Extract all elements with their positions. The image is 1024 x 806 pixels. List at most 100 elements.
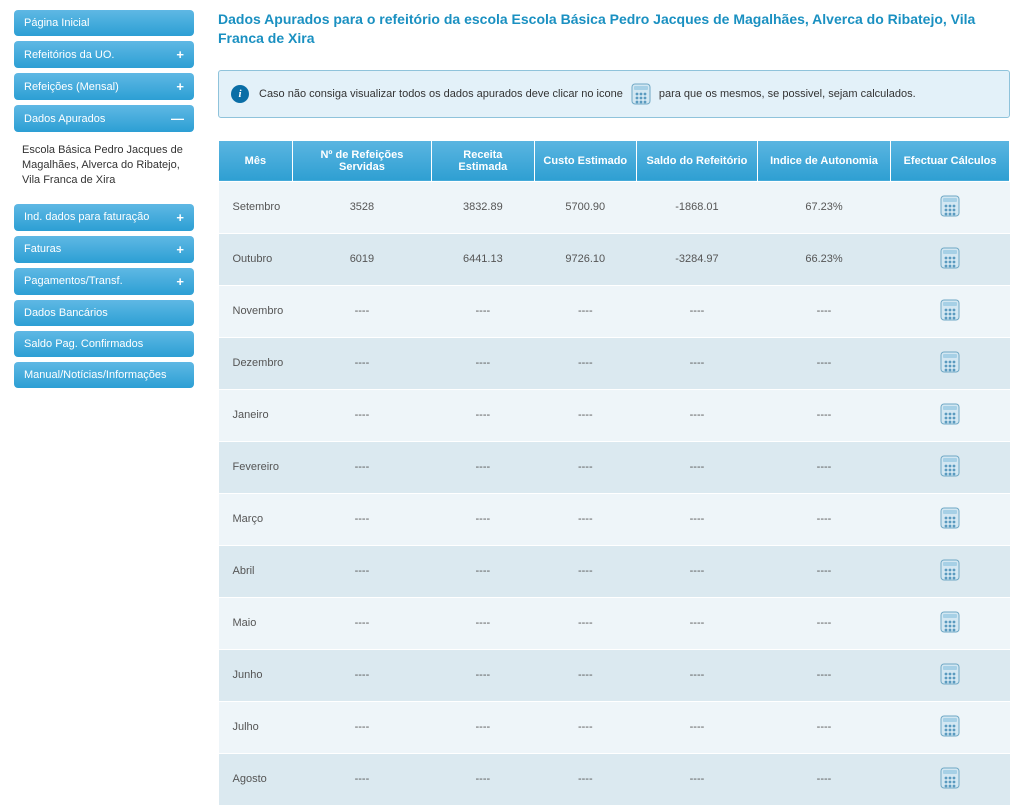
- cell-indice: ----: [757, 337, 890, 389]
- cell-indice: 67.23%: [757, 181, 890, 233]
- info-text-after: para que os mesmos, se possivel, sejam c…: [659, 88, 916, 100]
- col-header-saldo: Saldo do Refeitório: [637, 140, 758, 181]
- cell-receita: 3832.89: [432, 181, 534, 233]
- cell-saldo: ----: [637, 285, 758, 337]
- cell-mes: Abril: [219, 545, 293, 597]
- calculate-button[interactable]: [938, 247, 962, 269]
- cell-indice: ----: [757, 649, 890, 701]
- calculate-button[interactable]: [938, 507, 962, 529]
- cell-custo: ----: [534, 753, 636, 805]
- expand-icon: +: [176, 243, 184, 256]
- col-header-num: Nº de Refeições Servidas: [292, 140, 431, 181]
- table-row: Dezembro--------------------: [219, 337, 1010, 389]
- cell-num: ----: [292, 285, 431, 337]
- cell-action: [891, 597, 1010, 649]
- calculate-button[interactable]: [938, 195, 962, 217]
- table-row: Outubro60196441.139726.10-3284.9766.23%: [219, 233, 1010, 285]
- cell-indice: ----: [757, 493, 890, 545]
- cell-action: [891, 753, 1010, 805]
- sidebar-item-label: Refeições (Mensal): [24, 81, 119, 93]
- table-row: Setembro35283832.895700.90-1868.0167.23%: [219, 181, 1010, 233]
- cell-receita: ----: [432, 389, 534, 441]
- sidebar-item[interactable]: Página Inicial: [14, 10, 194, 36]
- sidebar-item[interactable]: Dados Bancários: [14, 300, 194, 326]
- cell-custo: ----: [534, 701, 636, 753]
- cell-custo: 5700.90: [534, 181, 636, 233]
- cell-saldo: ----: [637, 337, 758, 389]
- calculator-icon: [629, 83, 653, 105]
- calculate-button[interactable]: [938, 559, 962, 581]
- cell-receita: ----: [432, 337, 534, 389]
- cell-receita: ----: [432, 493, 534, 545]
- table-row: Julho--------------------: [219, 701, 1010, 753]
- cell-indice: 66.23%: [757, 233, 890, 285]
- cell-saldo: ----: [637, 649, 758, 701]
- calculate-button[interactable]: [938, 663, 962, 685]
- cell-num: ----: [292, 441, 431, 493]
- cell-saldo: -3284.97: [637, 233, 758, 285]
- cell-receita: 6441.13: [432, 233, 534, 285]
- cell-num: 6019: [292, 233, 431, 285]
- calculate-button[interactable]: [938, 715, 962, 737]
- col-header-receita: Receita Estimada: [432, 140, 534, 181]
- sidebar-item[interactable]: Refeições (Mensal)+: [14, 73, 194, 100]
- expand-icon: +: [176, 48, 184, 61]
- cell-mes: Dezembro: [219, 337, 293, 389]
- cell-saldo: -1868.01: [637, 181, 758, 233]
- cell-mes: Fevereiro: [219, 441, 293, 493]
- calculate-button[interactable]: [938, 299, 962, 321]
- sidebar-item[interactable]: Refeitórios da UO.+: [14, 41, 194, 68]
- cell-custo: ----: [534, 337, 636, 389]
- cell-custo: ----: [534, 597, 636, 649]
- cell-indice: ----: [757, 597, 890, 649]
- cell-receita: ----: [432, 285, 534, 337]
- cell-custo: ----: [534, 493, 636, 545]
- calculate-button[interactable]: [938, 767, 962, 789]
- sidebar-item[interactable]: Dados Apurados—: [14, 105, 194, 132]
- cell-action: [891, 493, 1010, 545]
- cell-action: [891, 545, 1010, 597]
- sidebar-item-label: Faturas: [24, 243, 61, 255]
- cell-saldo: ----: [637, 701, 758, 753]
- cell-receita: ----: [432, 753, 534, 805]
- sidebar-item[interactable]: Pagamentos/Transf.+: [14, 268, 194, 295]
- sidebar-item[interactable]: Manual/Notícias/Informações: [14, 362, 194, 388]
- col-header-act: Efectuar Cálculos: [891, 140, 1010, 181]
- cell-action: [891, 701, 1010, 753]
- cell-receita: ----: [432, 701, 534, 753]
- sidebar-item[interactable]: Saldo Pag. Confirmados: [14, 331, 194, 357]
- col-header-custo: Custo Estimado: [534, 140, 636, 181]
- calculate-button[interactable]: [938, 611, 962, 633]
- cell-custo: 9726.10: [534, 233, 636, 285]
- sidebar-item[interactable]: Faturas +: [14, 236, 194, 263]
- cell-indice: ----: [757, 701, 890, 753]
- cell-indice: ----: [757, 441, 890, 493]
- sidebar-item-label: Ind. dados para faturação: [24, 211, 149, 223]
- calculate-button[interactable]: [938, 455, 962, 477]
- cell-custo: ----: [534, 285, 636, 337]
- cell-indice: ----: [757, 753, 890, 805]
- info-icon: i: [231, 85, 249, 103]
- cell-mes: Outubro: [219, 233, 293, 285]
- cell-indice: ----: [757, 285, 890, 337]
- cell-action: [891, 285, 1010, 337]
- cell-action: [891, 233, 1010, 285]
- table-row: Junho--------------------: [219, 649, 1010, 701]
- cell-receita: ----: [432, 545, 534, 597]
- sidebar-item-label: Página Inicial: [24, 17, 89, 29]
- table-row: Novembro--------------------: [219, 285, 1010, 337]
- calculate-button[interactable]: [938, 403, 962, 425]
- cell-saldo: ----: [637, 441, 758, 493]
- cell-indice: ----: [757, 389, 890, 441]
- cell-custo: ----: [534, 389, 636, 441]
- cell-num: ----: [292, 389, 431, 441]
- cell-saldo: ----: [637, 389, 758, 441]
- cell-action: [891, 389, 1010, 441]
- col-header-mes: Mês: [219, 140, 293, 181]
- sidebar-item[interactable]: Ind. dados para faturação+: [14, 204, 194, 231]
- cell-mes: Junho: [219, 649, 293, 701]
- cell-custo: ----: [534, 441, 636, 493]
- cell-mes: Novembro: [219, 285, 293, 337]
- sidebar-submenu-item[interactable]: Escola Básica Pedro Jacques de Magalhães…: [14, 137, 194, 198]
- calculate-button[interactable]: [938, 351, 962, 373]
